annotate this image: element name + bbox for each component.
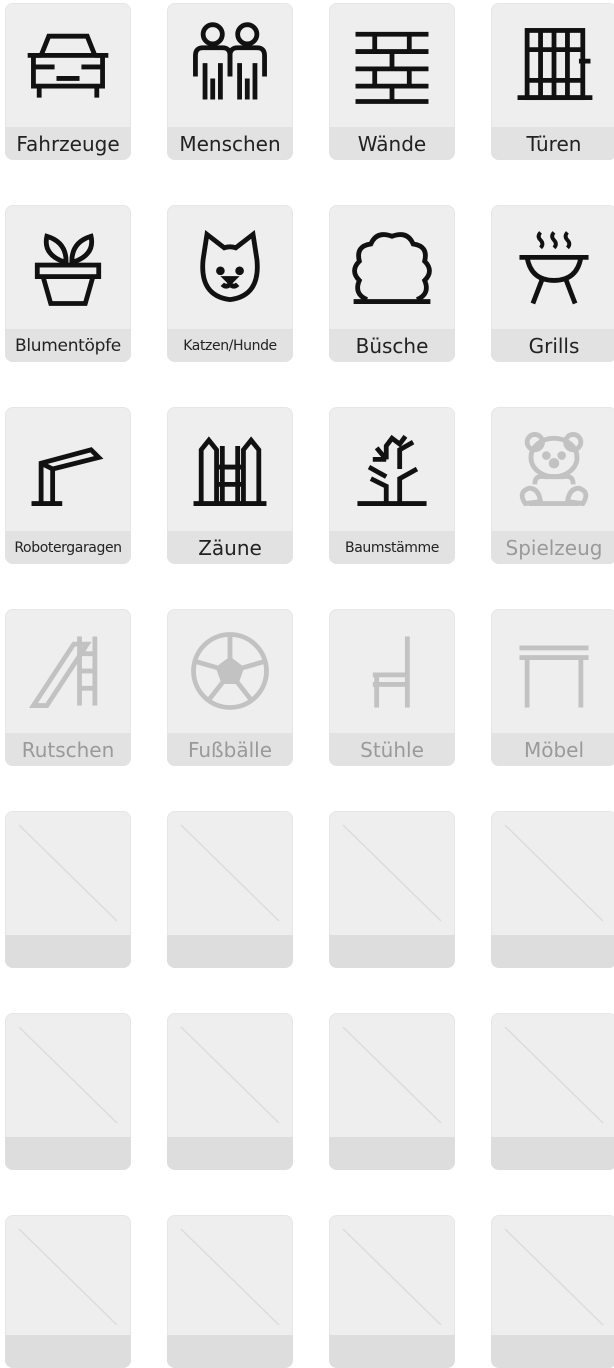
flower-pot-icon bbox=[5, 205, 131, 329]
empty-tile[interactable] bbox=[167, 1215, 293, 1368]
empty-tile[interactable] bbox=[167, 1013, 293, 1170]
chair-icon bbox=[329, 609, 455, 733]
tile-label: Blumentöpfe bbox=[5, 329, 131, 362]
empty-slot-icon bbox=[504, 1228, 604, 1326]
empty-slot-icon bbox=[18, 1228, 118, 1326]
tile-label bbox=[329, 1137, 455, 1170]
empty-slot-icon bbox=[342, 1228, 442, 1326]
tile-menschen[interactable]: Menschen bbox=[167, 3, 293, 160]
empty-tile[interactable] bbox=[167, 811, 293, 968]
empty-tile[interactable] bbox=[329, 811, 455, 968]
tile-label: Grills bbox=[491, 329, 614, 362]
tile-moebel[interactable]: Möbel bbox=[491, 609, 614, 766]
tile-label: Baumstämme bbox=[329, 531, 455, 564]
tile-label: Spielzeug bbox=[491, 531, 614, 564]
tile-label bbox=[167, 1335, 293, 1368]
empty-slot-icon bbox=[18, 1026, 118, 1124]
slide-icon bbox=[5, 609, 131, 733]
tile-waende[interactable]: Wände bbox=[329, 3, 455, 160]
empty-tile[interactable] bbox=[329, 1013, 455, 1170]
bush-icon bbox=[329, 205, 455, 329]
soccer-ball-icon bbox=[167, 609, 293, 733]
tile-label: Wände bbox=[329, 127, 455, 160]
empty-slot-icon bbox=[180, 824, 280, 922]
tile-label bbox=[167, 935, 293, 968]
empty-tile[interactable] bbox=[5, 1215, 131, 1368]
empty-slot-icon bbox=[180, 1026, 280, 1124]
empty-slot-icon bbox=[18, 824, 118, 922]
tile-fussbaelle[interactable]: Fußbälle bbox=[167, 609, 293, 766]
table-icon bbox=[491, 609, 614, 733]
tile-buesche[interactable]: Büsche bbox=[329, 205, 455, 362]
car-icon bbox=[5, 3, 131, 127]
tile-spielzeug[interactable]: Spielzeug bbox=[491, 407, 614, 564]
tile-label bbox=[329, 935, 455, 968]
empty-tile[interactable] bbox=[5, 811, 131, 968]
tile-katzen-hunde[interactable]: Katzen/Hunde bbox=[167, 205, 293, 362]
tile-label: Fahrzeuge bbox=[5, 127, 131, 160]
tile-label: Türen bbox=[491, 127, 614, 160]
tile-grills[interactable]: Grills bbox=[491, 205, 614, 362]
tile-tueren[interactable]: Türen bbox=[491, 3, 614, 160]
empty-tile[interactable] bbox=[329, 1215, 455, 1368]
tile-label bbox=[491, 935, 614, 968]
brick-wall-icon bbox=[329, 3, 455, 127]
empty-tile[interactable] bbox=[491, 811, 614, 968]
tile-label bbox=[5, 935, 131, 968]
tile-fahrzeuge[interactable]: Fahrzeuge bbox=[5, 3, 131, 160]
robot-garage-icon bbox=[5, 407, 131, 531]
empty-tile[interactable] bbox=[5, 1013, 131, 1170]
tile-label: Zäune bbox=[167, 531, 293, 564]
tile-label bbox=[329, 1335, 455, 1368]
empty-tile[interactable] bbox=[491, 1215, 614, 1368]
tile-robotergaragen[interactable]: Robotergaragen bbox=[5, 407, 131, 564]
tile-baumstaemme[interactable]: Baumstämme bbox=[329, 407, 455, 564]
tile-label: Büsche bbox=[329, 329, 455, 362]
tile-label: Katzen/Hunde bbox=[167, 329, 293, 362]
empty-slot-icon bbox=[504, 824, 604, 922]
gate-door-icon bbox=[491, 3, 614, 127]
grill-icon bbox=[491, 205, 614, 329]
tile-blumentoepfe[interactable]: Blumentöpfe bbox=[5, 205, 131, 362]
tile-rutschen[interactable]: Rutschen bbox=[5, 609, 131, 766]
tile-label: Robotergaragen bbox=[5, 531, 131, 564]
empty-slot-icon bbox=[504, 1026, 604, 1124]
empty-slot-icon bbox=[342, 824, 442, 922]
tile-label bbox=[491, 1137, 614, 1170]
tile-label: Menschen bbox=[167, 127, 293, 160]
tile-label: Stühle bbox=[329, 733, 455, 766]
empty-tile[interactable] bbox=[491, 1013, 614, 1170]
teddy-bear-icon bbox=[491, 407, 614, 531]
tile-stuehle[interactable]: Stühle bbox=[329, 609, 455, 766]
tile-label bbox=[167, 1137, 293, 1170]
tile-label: Möbel bbox=[491, 733, 614, 766]
fence-icon bbox=[167, 407, 293, 531]
tile-label bbox=[5, 1137, 131, 1170]
tile-label bbox=[5, 1335, 131, 1368]
empty-slot-icon bbox=[180, 1228, 280, 1326]
tile-label bbox=[491, 1335, 614, 1368]
tree-trunk-icon bbox=[329, 407, 455, 531]
tile-zaeune[interactable]: Zäune bbox=[167, 407, 293, 564]
people-icon bbox=[167, 3, 293, 127]
empty-slot-icon bbox=[342, 1026, 442, 1124]
tile-label: Rutschen bbox=[5, 733, 131, 766]
tile-label: Fußbälle bbox=[167, 733, 293, 766]
cat-dog-icon bbox=[167, 205, 293, 329]
